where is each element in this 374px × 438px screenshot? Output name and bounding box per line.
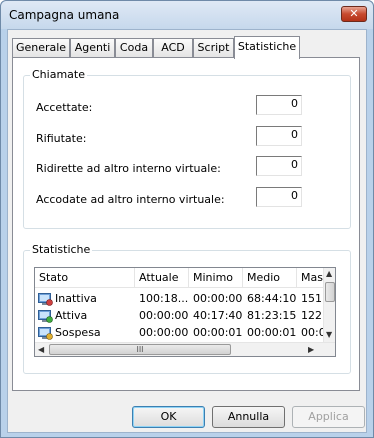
statistiche-group-title: Statistiche: [30, 243, 93, 256]
accodate-field[interactable]: 0: [256, 187, 302, 207]
table-row[interactable]: Inattiva 100:18... 00:00:00 68:44:10 151: [35, 291, 325, 308]
tab-coda[interactable]: Coda: [115, 38, 153, 58]
cell-stato: Sospesa: [55, 326, 101, 339]
scroll-up-icon[interactable]: ▲: [326, 269, 332, 278]
scroll-left-icon[interactable]: ◀: [38, 345, 44, 354]
cell-attuale: 00:00:00: [139, 309, 189, 322]
list-header: Stato Attuale Minimo Medio Mas: [35, 268, 325, 288]
cell-medio: 81:23:15: [247, 309, 297, 322]
column-header-medio[interactable]: Medio: [243, 268, 297, 288]
rifiutate-field[interactable]: 0: [256, 126, 302, 146]
cell-medio: 00:00:01: [247, 326, 297, 339]
column-header-stato[interactable]: Stato: [35, 268, 135, 288]
tab-acd[interactable]: ACD: [153, 38, 193, 58]
close-button[interactable]: ✕: [341, 6, 367, 22]
cancel-button[interactable]: Annulla: [212, 406, 285, 428]
cell-minimo: 40:17:40: [193, 309, 243, 322]
ridirette-label: Ridirette ad altro interno virtuale:: [36, 162, 221, 175]
chiamate-group: Chiamate Accettate: 0 Rifiutate: 0 Ridir…: [23, 68, 351, 229]
column-header-minimo[interactable]: Minimo: [189, 268, 243, 288]
tab-generale[interactable]: Generale: [12, 38, 70, 58]
cell-mas: 122: [301, 309, 322, 322]
vertical-scrollbar[interactable]: ▲ ▼: [323, 268, 335, 342]
statistics-list-view[interactable]: Stato Attuale Minimo Medio Mas Inattiva …: [34, 267, 336, 357]
scroll-down-icon[interactable]: ▼: [326, 330, 332, 339]
tab-agenti[interactable]: Agenti: [70, 38, 115, 58]
vertical-scroll-thumb[interactable]: [325, 282, 335, 302]
statistiche-tab-page: Chiamate Accettate: 0 Rifiutate: 0 Ridir…: [12, 57, 360, 391]
tab-statistiche[interactable]: Statistiche: [234, 36, 300, 59]
cell-mas: 00:0: [301, 326, 325, 339]
table-row[interactable]: Sospesa 00:00:00 00:00:01 00:00:01 00:0: [35, 325, 325, 342]
title-bar[interactable]: Campagna umana ✕: [1, 1, 373, 29]
close-icon: ✕: [349, 7, 359, 20]
column-header-attuale[interactable]: Attuale: [135, 268, 189, 288]
apply-button[interactable]: Applica: [292, 406, 365, 428]
cell-mas: 151: [301, 292, 322, 305]
rifiutate-label: Rifiutate:: [36, 132, 87, 145]
table-row[interactable]: Attiva 00:00:00 40:17:40 81:23:15 122: [35, 308, 325, 325]
window-title: Campagna umana: [9, 8, 120, 22]
cell-stato: Attiva: [55, 309, 88, 322]
ok-button[interactable]: OK: [132, 406, 205, 428]
dialog-window: Campagna umana ✕ Generale Agenti Coda AC…: [0, 0, 374, 438]
horizontal-scroll-thumb[interactable]: III: [49, 344, 231, 355]
cell-attuale: 00:00:00: [139, 326, 189, 339]
accodate-label: Accodate ad altro interno virtuale:: [36, 193, 225, 206]
ridirette-field[interactable]: 0: [256, 156, 302, 176]
dialog-client-area: Generale Agenti Coda ACD Script Statisti…: [7, 29, 367, 433]
column-header-mas[interactable]: Mas: [297, 268, 325, 288]
cell-minimo: 00:00:00: [193, 292, 243, 305]
cell-medio: 68:44:10: [247, 292, 297, 305]
tab-script[interactable]: Script: [193, 38, 234, 58]
cell-stato: Inattiva: [55, 292, 97, 305]
accettate-label: Accettate:: [36, 101, 93, 114]
cell-minimo: 00:00:01: [193, 326, 243, 339]
cell-attuale: 100:18...: [139, 292, 189, 305]
horizontal-scrollbar[interactable]: ◀ III ▶: [35, 342, 335, 356]
accettate-field[interactable]: 0: [256, 95, 302, 115]
chiamate-group-title: Chiamate: [30, 68, 87, 81]
statistiche-group: Statistiche Stato Attuale Minimo Medio M…: [23, 243, 351, 374]
scroll-right-icon[interactable]: ▶: [308, 345, 314, 354]
